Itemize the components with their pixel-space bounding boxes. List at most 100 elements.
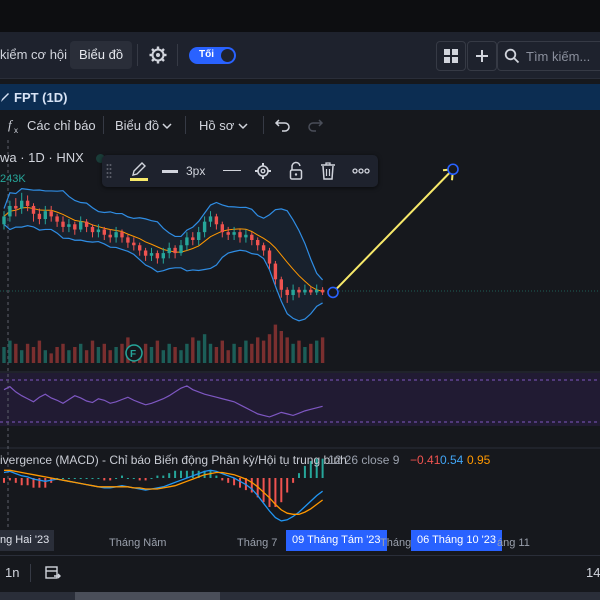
volume-bar: [102, 343, 106, 363]
macd-histogram-bar: [79, 478, 82, 479]
volume-bar: [61, 343, 65, 363]
volume-bar: [238, 347, 242, 363]
volume-bar: [214, 347, 219, 363]
divider: [30, 564, 31, 582]
volume-bar: [309, 343, 313, 363]
volume-bar: [49, 353, 53, 363]
volume-bar: [31, 347, 36, 363]
lock-open-icon[interactable]: [288, 161, 304, 181]
volume-bar: [267, 334, 272, 363]
drag-handle-icon[interactable]: [106, 163, 112, 179]
candle-body: [149, 253, 154, 256]
theme-toggle[interactable]: Tối: [189, 47, 236, 64]
layout-button[interactable]: [436, 41, 466, 71]
volume-bar: [67, 350, 71, 363]
macd-histogram-bar: [62, 478, 64, 479]
line-style-swatch: [223, 170, 241, 171]
candle-body: [173, 247, 177, 254]
macd-histogram-bar: [174, 470, 177, 478]
volume-bar: [208, 343, 213, 363]
add-button[interactable]: [467, 41, 497, 71]
scrollbar-thumb[interactable]: [75, 592, 220, 600]
volume-bar: [256, 337, 260, 363]
chart-type-dropdown[interactable]: Biểu đồ: [115, 116, 177, 136]
macd-histogram-bar: [121, 475, 123, 478]
profile-dropdown[interactable]: Hồ sơ: [199, 116, 254, 136]
candle-body: [49, 211, 53, 217]
macd-histogram-bar: [303, 465, 306, 478]
pencil-icon: [130, 162, 148, 181]
candle-body: [8, 205, 12, 217]
candle-body: [79, 221, 83, 230]
macd-histogram-bar: [191, 470, 194, 478]
trendline-end-handle[interactable]: [447, 163, 459, 176]
time-axis[interactable]: ng Hai '23 Tháng Năm Tháng 7 09 Tháng Tá…: [0, 530, 600, 552]
horizontal-scrollbar[interactable]: [0, 592, 600, 600]
candle-body: [232, 232, 236, 235]
candle-body: [303, 289, 307, 293]
interval-1n-button[interactable]: 1n: [5, 565, 19, 580]
volume-bar: [202, 334, 207, 363]
line-width-label: 3px: [186, 164, 206, 178]
candle-body: [108, 234, 112, 238]
compare-opportunities-link[interactable]: kiểm cơ hội: [0, 47, 67, 62]
candle-body: [143, 250, 148, 256]
candle-body: [309, 289, 313, 293]
line-color-button[interactable]: [128, 159, 150, 183]
more-icon[interactable]: [352, 167, 370, 175]
macd-title: ivergence (MACD) - Chỉ báo Biến động Phâ…: [0, 453, 347, 467]
macd-params: 12 26 close 9: [328, 453, 400, 467]
candle-body: [73, 224, 77, 230]
macd-histogram-bar: [280, 478, 283, 503]
divider: [185, 116, 186, 134]
candle-body: [43, 211, 47, 220]
macd-histogram-bar: [168, 473, 171, 478]
candle-body: [114, 232, 118, 238]
candle-body: [161, 253, 165, 259]
macd-histogram-bar: [109, 478, 112, 481]
macd-histogram-bar: [97, 478, 100, 479]
volume-bar: [179, 350, 183, 363]
indicators-label: Các chỉ báo: [27, 118, 96, 133]
line-width-button[interactable]: 3px: [162, 161, 217, 181]
macd-histogram-bar: [150, 478, 153, 479]
volume-bar: [90, 340, 95, 363]
candle-body: [291, 289, 295, 296]
redo-icon[interactable]: [306, 117, 324, 133]
line-width-swatch: [162, 170, 178, 173]
chart-legend-symbol: wa · 1D · HNX: [0, 150, 84, 165]
candle-body: [279, 279, 283, 290]
volume-bar: [291, 343, 295, 363]
candle-body: [256, 240, 260, 246]
volume-bar: [8, 340, 12, 363]
volume-bar: [191, 337, 195, 363]
candle-body: [179, 245, 183, 254]
candle-body: [25, 200, 30, 206]
volume-bar: [261, 340, 266, 363]
gear-icon[interactable]: [254, 162, 272, 180]
search-input[interactable]: Tìm kiếm...: [497, 41, 600, 71]
volume-bar: [149, 347, 154, 363]
line-style-button[interactable]: [220, 161, 244, 181]
candle-body: [202, 221, 207, 233]
macd-histogram-bar: [262, 478, 265, 503]
trendline-start-handle[interactable]: [327, 286, 339, 299]
macd-histogram-bar: [162, 475, 165, 478]
candle-body: [214, 216, 219, 225]
date-range-icon[interactable]: [44, 564, 62, 582]
chevron-down-icon: [162, 123, 172, 130]
candle-body: [261, 245, 266, 251]
candle-body: [37, 213, 42, 220]
undo-icon[interactable]: [274, 117, 292, 133]
candle-body: [220, 224, 224, 233]
volume-bar: [226, 350, 230, 363]
macd-histogram-bar: [215, 475, 218, 478]
settings-button[interactable]: [148, 45, 168, 65]
candle-body: [226, 232, 230, 235]
macd-histogram-bar: [292, 478, 295, 483]
macd-histogram-bar: [14, 478, 17, 483]
trash-icon[interactable]: [320, 161, 336, 181]
chart-area[interactable]: F: [0, 140, 600, 530]
candle-body: [244, 234, 248, 238]
chart-tab-button[interactable]: Biểu đồ: [70, 41, 133, 69]
